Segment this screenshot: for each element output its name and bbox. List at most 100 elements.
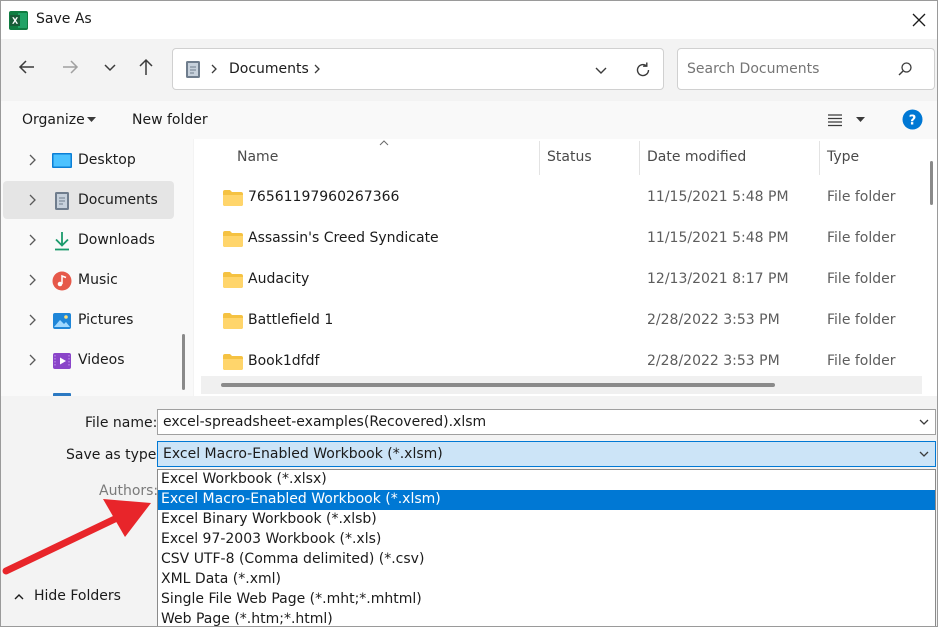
savetype-option-selected[interactable]: Excel Macro-Enabled Workbook (*.xlsm) <box>158 490 935 510</box>
column-divider[interactable] <box>639 141 640 175</box>
file-type: File folder <box>827 271 896 287</box>
option-label: Single File Web Page (*.mht;*.mhtml) <box>161 591 422 607</box>
file-date: 11/15/2021 5:48 PM <box>647 189 789 205</box>
table-row[interactable]: Battlefield 1 2/28/2022 3:53 PM File fol… <box>194 301 921 342</box>
savetype-option[interactable]: Excel Workbook (*.xlsx) <box>158 470 935 490</box>
navigation-bar: Documents <box>1 39 937 101</box>
chevron-right-icon[interactable] <box>25 193 39 207</box>
column-header-type[interactable]: Type <box>827 149 859 165</box>
savetype-option[interactable]: Excel 97-2003 Workbook (*.xls) <box>158 530 935 550</box>
file-date: 12/13/2021 8:17 PM <box>647 271 789 287</box>
table-row[interactable]: 76561197960267366 11/15/2021 5:48 PM Fil… <box>194 178 921 219</box>
folder-icon <box>223 313 243 329</box>
file-date: 2/28/2022 3:53 PM <box>647 312 780 328</box>
sidebar-item-label: Desktop <box>78 152 136 168</box>
caret-down-icon[interactable] <box>856 117 865 123</box>
sidebar-item-music[interactable]: Music <box>3 261 174 299</box>
file-type: File folder <box>827 189 896 205</box>
up-arrow-icon[interactable] <box>134 55 158 79</box>
sidebar-scrollbar[interactable] <box>182 334 185 390</box>
filename-label: File name: <box>85 415 158 431</box>
chevron-down-icon[interactable] <box>917 448 931 460</box>
help-icon[interactable]: ? <box>902 109 923 130</box>
chevron-down-icon[interactable] <box>917 416 931 428</box>
file-date: 2/28/2022 3:53 PM <box>647 353 780 369</box>
column-header-status[interactable]: Status <box>547 149 592 165</box>
file-list-horizontal-scrollbar[interactable] <box>201 376 922 394</box>
address-bar[interactable]: Documents <box>172 48 664 90</box>
svg-text:?: ? <box>909 114 917 129</box>
search-input[interactable] <box>687 59 887 79</box>
desktop-icon <box>52 153 72 168</box>
documents-icon <box>186 61 200 78</box>
sidebar-item-desktop[interactable]: Desktop <box>3 141 174 179</box>
file-list: Name Status Date modified Type 765611979… <box>194 139 937 396</box>
chevron-right-icon[interactable] <box>25 153 39 167</box>
file-name: 76561197960267366 <box>248 189 400 205</box>
savetype-option[interactable]: Single File Web Page (*.mht;*.mhtml) <box>158 590 935 610</box>
sidebar-item-documents[interactable]: Documents <box>3 181 174 219</box>
column-header-name[interactable]: Name <box>237 149 278 165</box>
new-folder-button[interactable]: New folder <box>132 112 208 128</box>
column-divider[interactable] <box>819 141 820 175</box>
authors-label: Authors: <box>99 483 159 499</box>
table-row[interactable]: Audacity 12/13/2021 8:17 PM File folder <box>194 260 921 301</box>
savetype-value: Excel Macro-Enabled Workbook (*.xlsm) <box>163 446 443 462</box>
file-type: File folder <box>827 230 896 246</box>
caret-down-icon[interactable] <box>87 117 96 123</box>
file-date: 11/15/2021 5:48 PM <box>647 230 789 246</box>
chevron-right-icon[interactable] <box>25 313 39 327</box>
savetype-option[interactable]: Excel Binary Workbook (*.xlsb) <box>158 510 935 530</box>
option-label: CSV UTF-8 (Comma delimited) (*.csv) <box>161 551 425 567</box>
sidebar-item-downloads[interactable]: Downloads <box>3 221 174 259</box>
forward-arrow-icon[interactable] <box>58 55 82 79</box>
savetype-select[interactable]: Excel Macro-Enabled Workbook (*.xlsm) <box>157 441 936 467</box>
navigation-pane: Desktop Documents Downloads Music Pictur… <box>1 139 193 396</box>
sidebar-item-pictures[interactable]: Pictures <box>3 301 174 339</box>
search-icon[interactable] <box>897 61 913 77</box>
option-label: Excel Workbook (*.xlsx) <box>161 471 327 487</box>
chevron-right-icon[interactable] <box>25 233 39 247</box>
chevron-down-icon[interactable] <box>593 62 609 78</box>
chevron-right-icon[interactable] <box>25 353 39 367</box>
column-divider[interactable] <box>539 141 540 175</box>
option-label: XML Data (*.xml) <box>161 571 281 587</box>
chevron-right-icon <box>211 64 217 74</box>
savetype-option[interactable]: CSV UTF-8 (Comma delimited) (*.csv) <box>158 550 935 570</box>
savetype-option[interactable]: XML Data (*.xml) <box>158 570 935 590</box>
file-name: Assassin's Creed Syndicate <box>248 230 439 246</box>
close-icon[interactable] <box>905 7 933 33</box>
option-label: Web Page (*.htm;*.html) <box>161 611 333 627</box>
chevron-up-icon[interactable] <box>13 592 25 602</box>
organize-button[interactable]: Organize <box>22 112 85 128</box>
chevron-down-icon[interactable] <box>98 55 122 79</box>
videos-icon <box>53 353 71 369</box>
table-row[interactable]: Assassin's Creed Syndicate 11/15/2021 5:… <box>194 219 921 260</box>
window-title: Save As <box>36 11 92 27</box>
breadcrumb-documents[interactable]: Documents <box>229 61 309 77</box>
file-type: File folder <box>827 312 896 328</box>
file-type: File folder <box>827 353 896 369</box>
music-icon <box>52 271 72 291</box>
filename-value: excel-spreadsheet-examples(Recovered).xl… <box>163 414 487 430</box>
sidebar-item-label: Downloads <box>78 232 155 248</box>
option-label: Excel Macro-Enabled Workbook (*.xlsm) <box>161 491 441 507</box>
file-name: Audacity <box>248 271 310 287</box>
search-box[interactable] <box>677 48 935 90</box>
filename-input[interactable]: excel-spreadsheet-examples(Recovered).xl… <box>157 409 936 435</box>
scrollbar-thumb[interactable] <box>221 383 775 387</box>
hide-folders-button[interactable]: Hide Folders <box>34 588 121 604</box>
folder-icon <box>223 272 243 288</box>
sidebar-item-label: Music <box>78 272 118 288</box>
file-name: Battlefield 1 <box>248 312 334 328</box>
sidebar-item-videos[interactable]: Videos <box>3 341 174 379</box>
chevron-right-icon[interactable] <box>25 273 39 287</box>
chevron-right-icon[interactable] <box>312 63 322 75</box>
savetype-option[interactable]: Web Page (*.htm;*.html) <box>158 610 935 627</box>
file-list-vertical-scrollbar[interactable] <box>930 161 933 205</box>
list-view-icon[interactable] <box>827 113 843 127</box>
refresh-icon[interactable] <box>633 60 653 80</box>
savetype-dropdown-list: Excel Workbook (*.xlsx) Excel Macro-Enab… <box>157 469 936 627</box>
back-arrow-icon[interactable] <box>15 55 39 79</box>
column-header-date[interactable]: Date modified <box>647 149 746 165</box>
